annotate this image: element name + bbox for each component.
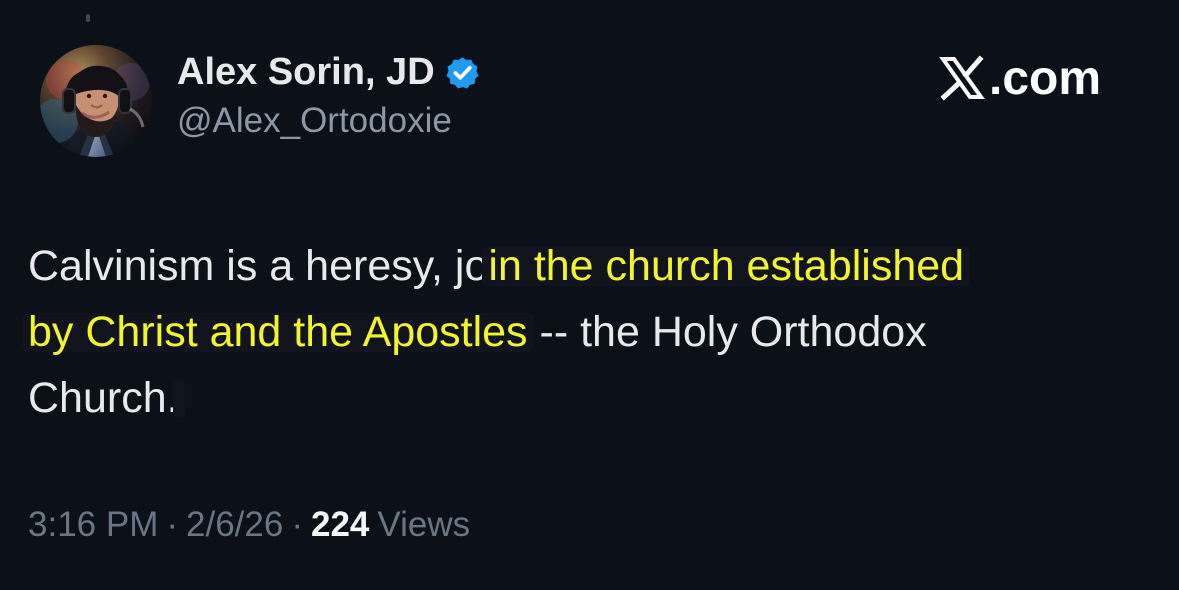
tweet-text-line: Church. [28,365,1143,431]
x-logo-icon [939,55,985,101]
author-info[interactable]: Alex Sorin, JD @Alex_Ortodoxie [177,50,480,141]
tweet-body: Calvinism is a heresy, join the church e… [28,233,1143,431]
user-handle[interactable]: @Alex_Ortodoxie [177,101,480,141]
tweet-date[interactable]: 2/6/26 [186,505,283,545]
verified-badge-icon [446,56,479,89]
tweet-time[interactable]: 3:16 PM [28,505,158,545]
profile-photo [40,45,152,157]
tweet-text-plain: Church. [28,374,179,422]
tweet-text-plain: -- the Holy Orthodox [527,308,927,356]
tweet-metadata: 3:16 PM · 2/6/26 · 224 Views [28,505,470,545]
top-dot [86,14,90,22]
avatar[interactable] [40,45,152,157]
display-name[interactable]: Alex Sorin, JD [177,51,435,94]
views-count[interactable]: 224 [311,505,369,545]
tweet-text-highlight: in the church established [488,242,965,290]
tweet-text-plain: Calvinism is a heresy, jo [28,242,489,290]
x-com-domain-text: .com [989,51,1102,105]
x-com-logo[interactable]: .com [938,50,1101,106]
tweet-text-highlight: by Christ and the Apostles [28,308,528,356]
metadata-separator: · [166,505,179,544]
tweet-text-line: Calvinism is a heresy, join the church e… [28,233,1143,299]
metadata-separator: · [291,505,303,544]
tweet-text-line: by Christ and the Apostles -- the Holy O… [28,299,1143,365]
tweet-card: Alex Sorin, JD @Alex_Ortodoxie .com Calv… [0,0,1179,590]
display-name-row[interactable]: Alex Sorin, JD [177,50,480,94]
views-label[interactable]: Views [377,505,470,545]
